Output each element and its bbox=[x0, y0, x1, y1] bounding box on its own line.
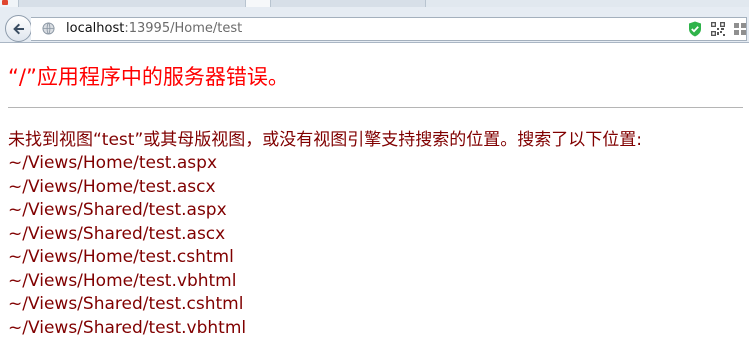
back-button[interactable] bbox=[5, 15, 32, 42]
tab-strip bbox=[0, 0, 749, 7]
searched-location: ~/Views/Home/test.ascx bbox=[8, 176, 216, 197]
shield-check-icon[interactable] bbox=[688, 21, 702, 37]
searched-locations-list: ~/Views/Home/test.aspx ~/Views/Home/test… bbox=[8, 152, 743, 340]
tab-strip-empty bbox=[425, 0, 749, 7]
error-body: 未找到视图“test”或其母版视图，或没有视图引擎支持搜索的位置。搜索了以下位置… bbox=[8, 128, 743, 340]
searched-location: ~/Views/Shared/test.cshtml bbox=[8, 294, 244, 314]
browser-chrome: localhost:13995/Home/test bbox=[0, 0, 749, 43]
tab-background[interactable] bbox=[0, 0, 19, 7]
tab-active[interactable] bbox=[245, 0, 271, 7]
qr-code-icon[interactable] bbox=[711, 22, 725, 36]
error-header: “/”应用程序中的服务器错误。 bbox=[8, 62, 743, 92]
address-bar[interactable]: localhost:13995/Home/test bbox=[31, 17, 747, 41]
searched-location: ~/Views/Shared/test.aspx bbox=[8, 200, 227, 220]
searched-location: ~/Views/Shared/test.ascx bbox=[8, 223, 226, 244]
back-arrow-icon bbox=[13, 23, 24, 35]
url-path: :13995/Home/test bbox=[124, 21, 243, 36]
url-text[interactable]: localhost:13995/Home/test bbox=[66, 21, 242, 37]
globe-icon bbox=[42, 22, 55, 35]
favicon-icon bbox=[2, 0, 8, 5]
url-host: localhost bbox=[66, 21, 125, 36]
searched-location: ~/Views/Home/test.cshtml bbox=[8, 247, 234, 267]
divider bbox=[8, 107, 743, 108]
searched-location: ~/Views/Shared/test.vbhtml bbox=[8, 317, 247, 338]
tile-icon[interactable] bbox=[733, 22, 747, 36]
searched-location: ~/Views/Home/test.vbhtml bbox=[8, 270, 237, 291]
page-title: “/”应用程序中的服务器错误。 bbox=[8, 65, 289, 89]
searched-location: ~/Views/Home/test.aspx bbox=[8, 153, 218, 173]
error-message: 未找到视图“test”或其母版视图，或没有视图引擎支持搜索的位置。搜索了以下位置… bbox=[8, 130, 642, 150]
